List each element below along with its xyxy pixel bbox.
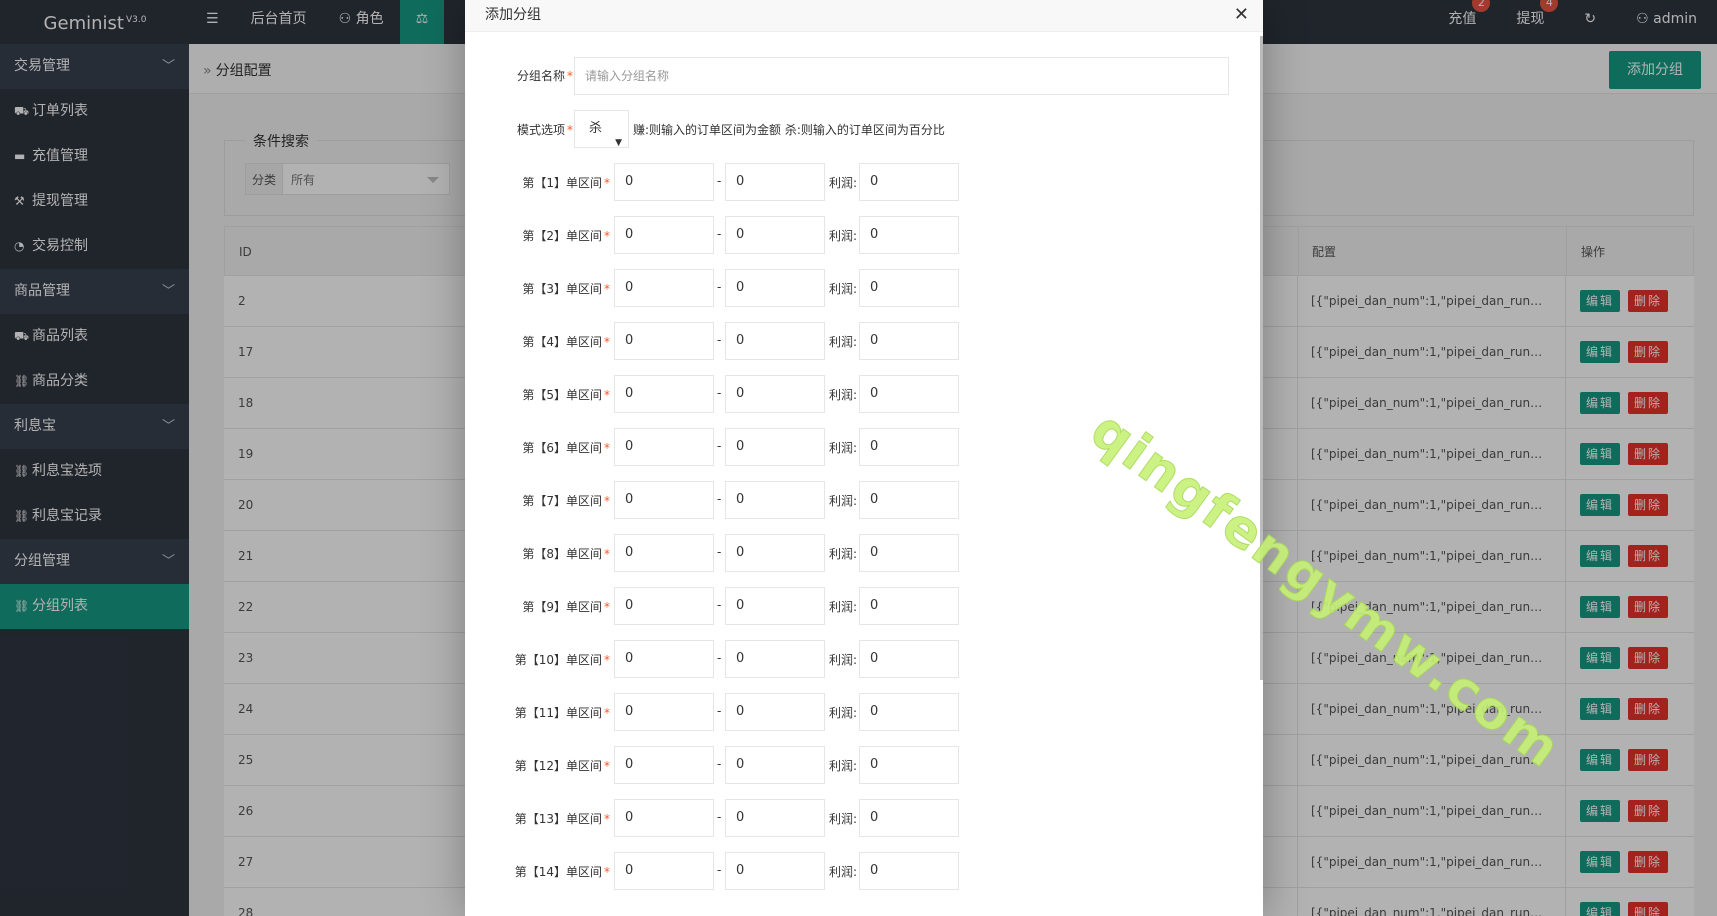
profit-input[interactable]: 0 — [859, 481, 959, 519]
range-dash: - — [717, 386, 722, 400]
range-to-input[interactable]: 0 — [725, 322, 825, 360]
profit-input[interactable]: 0 — [859, 693, 959, 731]
profit-label: 利润: — [829, 865, 858, 879]
profit-input[interactable]: 0 — [859, 746, 959, 784]
mode-label: 模式选项 * — [516, 123, 573, 137]
range-to-input[interactable]: 0 — [725, 534, 825, 572]
mode-select[interactable]: 杀 ▼ — [574, 110, 629, 148]
profit-label: 利润: — [829, 229, 858, 243]
profit-label: 利润: — [829, 282, 858, 296]
range-dash: - — [717, 757, 722, 771]
range-dash: - — [717, 651, 722, 665]
profit-input[interactable]: 0 — [859, 640, 959, 678]
range-dash: - — [717, 439, 722, 453]
range-from-input[interactable]: 0 — [614, 163, 714, 201]
modal-header: 添加分组 ✕ — [465, 0, 1263, 32]
profit-label: 利润: — [829, 494, 858, 508]
range-label: 第【8】单区间 * — [522, 547, 610, 561]
range-to-input[interactable]: 0 — [725, 481, 825, 519]
profit-input[interactable]: 0 — [859, 799, 959, 837]
range-to-input[interactable]: 0 — [725, 269, 825, 307]
range-label: 第【9】单区间 * — [522, 600, 610, 614]
profit-input[interactable]: 0 — [859, 216, 959, 254]
range-label: 第【11】单区间 * — [514, 706, 610, 720]
range-label: 第【13】单区间 * — [514, 812, 610, 826]
range-from-input[interactable]: 0 — [614, 481, 714, 519]
chevron-down-icon: ▼ — [615, 138, 622, 148]
range-label: 第【2】单区间 * — [522, 229, 610, 243]
range-from-input[interactable]: 0 — [614, 216, 714, 254]
modal-scrollbar[interactable] — [1260, 36, 1263, 680]
range-from-input[interactable]: 0 — [614, 428, 714, 466]
range-dash: - — [717, 598, 722, 612]
range-from-input[interactable]: 0 — [614, 852, 714, 890]
range-to-input[interactable]: 0 — [725, 163, 825, 201]
mode-hint: 赚:则输入的订单区间为金额 杀:则输入的订单区间为百分比 — [633, 123, 945, 137]
profit-input[interactable]: 0 — [859, 534, 959, 572]
group-name-label: 分组名称 * — [516, 69, 573, 83]
profit-input[interactable]: 0 — [859, 428, 959, 466]
range-label: 第【5】单区间 * — [522, 388, 610, 402]
profit-label: 利润: — [829, 600, 858, 614]
range-from-input[interactable]: 0 — [614, 693, 714, 731]
modal-title: 添加分组 — [485, 7, 541, 23]
range-label: 第【4】单区间 * — [522, 335, 610, 349]
range-dash: - — [717, 545, 722, 559]
range-dash: - — [717, 333, 722, 347]
profit-label: 利润: — [829, 547, 858, 561]
profit-input[interactable]: 0 — [859, 322, 959, 360]
add-group-modal: 添加分组 ✕ 分组名称 * 请输入分组名称 模式选项 * 杀 ▼ 赚:则输入的订单区间… — [465, 0, 1572, 916]
profit-input[interactable]: 0 — [859, 375, 959, 413]
range-to-input[interactable]: 0 — [725, 746, 825, 784]
range-to-input[interactable]: 0 — [725, 693, 825, 731]
profit-label: 利润: — [829, 812, 858, 826]
profit-input[interactable]: 0 — [859, 269, 959, 307]
range-dash: - — [717, 863, 722, 877]
range-to-input[interactable]: 0 — [725, 375, 825, 413]
profit-label: 利润: — [829, 176, 858, 190]
range-from-input[interactable]: 0 — [614, 322, 714, 360]
range-dash: - — [717, 810, 722, 824]
range-from-input[interactable]: 0 — [614, 375, 714, 413]
range-dash: - — [717, 227, 722, 241]
range-dash: - — [717, 492, 722, 506]
profit-label: 利润: — [829, 706, 858, 720]
profit-label: 利润: — [829, 653, 858, 667]
range-to-input[interactable]: 0 — [725, 587, 825, 625]
range-label: 第【3】单区间 * — [522, 282, 610, 296]
range-dash: - — [717, 280, 722, 294]
profit-input[interactable]: 0 — [859, 852, 959, 890]
range-to-input[interactable]: 0 — [725, 428, 825, 466]
range-to-input[interactable]: 0 — [725, 852, 825, 890]
range-label: 第【14】单区间 * — [514, 865, 610, 879]
range-label: 第【6】单区间 * — [522, 441, 610, 455]
range-from-input[interactable]: 0 — [614, 534, 714, 572]
group-name-input[interactable]: 请输入分组名称 — [574, 57, 1229, 95]
range-from-input[interactable]: 0 — [614, 269, 714, 307]
range-from-input[interactable]: 0 — [614, 587, 714, 625]
range-to-input[interactable]: 0 — [725, 216, 825, 254]
range-label: 第【10】单区间 * — [514, 653, 610, 667]
range-from-input[interactable]: 0 — [614, 799, 714, 837]
range-to-input[interactable]: 0 — [725, 799, 825, 837]
range-dash: - — [717, 174, 722, 188]
range-label: 第【1】单区间 * — [522, 176, 610, 190]
range-from-input[interactable]: 0 — [614, 640, 714, 678]
range-label: 第【12】单区间 * — [514, 759, 610, 773]
profit-label: 利润: — [829, 759, 858, 773]
range-label: 第【7】单区间 * — [522, 494, 610, 508]
profit-label: 利润: — [829, 441, 858, 455]
close-icon[interactable]: ✕ — [1234, 4, 1249, 26]
range-dash: - — [717, 704, 722, 718]
profit-input[interactable]: 0 — [859, 587, 959, 625]
range-to-input[interactable]: 0 — [725, 640, 825, 678]
range-from-input[interactable]: 0 — [614, 746, 714, 784]
profit-input[interactable]: 0 — [859, 163, 959, 201]
profit-label: 利润: — [829, 388, 858, 402]
profit-label: 利润: — [829, 335, 858, 349]
